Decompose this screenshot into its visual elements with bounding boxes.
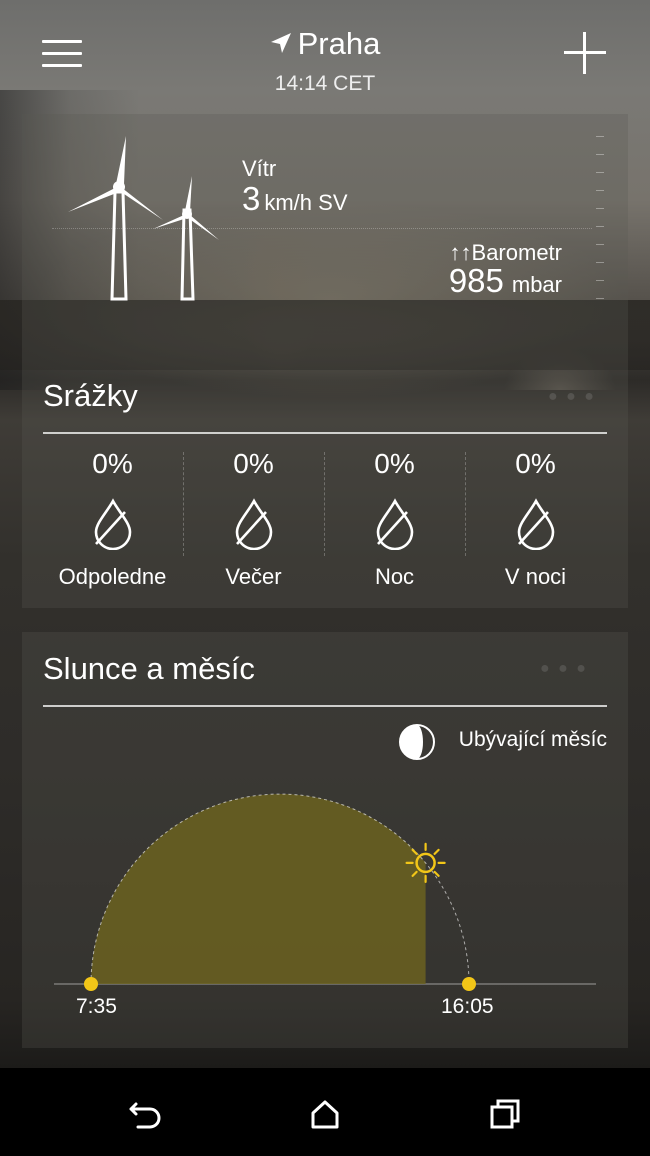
- precip-percent: 0%: [515, 448, 556, 479]
- location-arrow-icon: [270, 32, 291, 53]
- wind-value: 3 km/h SV: [242, 180, 348, 218]
- barometer-value: 985 mbar: [449, 262, 562, 300]
- app-header: Praha 14:14 CET: [0, 0, 650, 110]
- local-time: 14:14 CET: [274, 72, 376, 95]
- precipitation-title: Srážky: [43, 378, 138, 413]
- city-title[interactable]: Praha: [0, 26, 650, 62]
- precip-period: Noc: [374, 564, 415, 589]
- precip-evening: 0% Večer: [183, 448, 324, 590]
- precip-percent: 0%: [92, 448, 133, 479]
- city-name: Praha: [297, 26, 381, 61]
- precipitation-divider: [43, 432, 607, 434]
- system-navigation-bar: [0, 1068, 650, 1156]
- plus-icon[interactable]: [562, 30, 608, 76]
- sunrise-marker: [84, 977, 98, 991]
- decoration-dots: ● ● ●: [540, 660, 588, 677]
- precip-afternoon: 0% Odpoledne: [42, 448, 183, 590]
- sunrise-time: 7:35: [76, 995, 117, 1018]
- home-icon[interactable]: [301, 1090, 349, 1138]
- wind-divider: [52, 228, 592, 229]
- raindrop-icon: [235, 498, 272, 550]
- back-icon[interactable]: [121, 1090, 169, 1138]
- sunset-time: 16:05: [441, 995, 494, 1018]
- precip-percent: 0%: [233, 448, 274, 479]
- pressure-unit: mbar: [511, 272, 562, 297]
- sunset-marker: [462, 977, 476, 991]
- sun-moon-divider: [43, 705, 607, 707]
- sun-path-chart: [54, 793, 596, 991]
- precip-night: 0% Noc: [324, 448, 465, 590]
- raindrop-icon: [94, 498, 131, 550]
- wind-turbine-icon: [68, 136, 219, 301]
- precip-late-night: 0% V noci: [465, 448, 606, 590]
- daylight-fill: [91, 794, 426, 984]
- wind-speed: 3: [242, 180, 261, 217]
- barometer-scale: [596, 136, 606, 306]
- wind-unit: km/h SV: [264, 190, 348, 215]
- raindrop-icon: [517, 498, 554, 550]
- precip-period: Večer: [225, 564, 282, 589]
- pressure-value: 985: [448, 262, 504, 299]
- sun-moon-title: Slunce a měsíc: [43, 651, 255, 686]
- moon-phase-label: Ubývající měsíc: [458, 728, 607, 751]
- recent-apps-icon[interactable]: [482, 1090, 530, 1138]
- wind-label: Vítr: [242, 156, 277, 181]
- decoration-dots: ● ● ●: [548, 388, 596, 405]
- precip-period: Odpoledne: [58, 564, 167, 589]
- raindrop-icon: [376, 498, 413, 550]
- precip-percent: 0%: [374, 448, 415, 479]
- moon-phase-icon: [399, 724, 435, 760]
- precip-period: V noci: [504, 564, 567, 589]
